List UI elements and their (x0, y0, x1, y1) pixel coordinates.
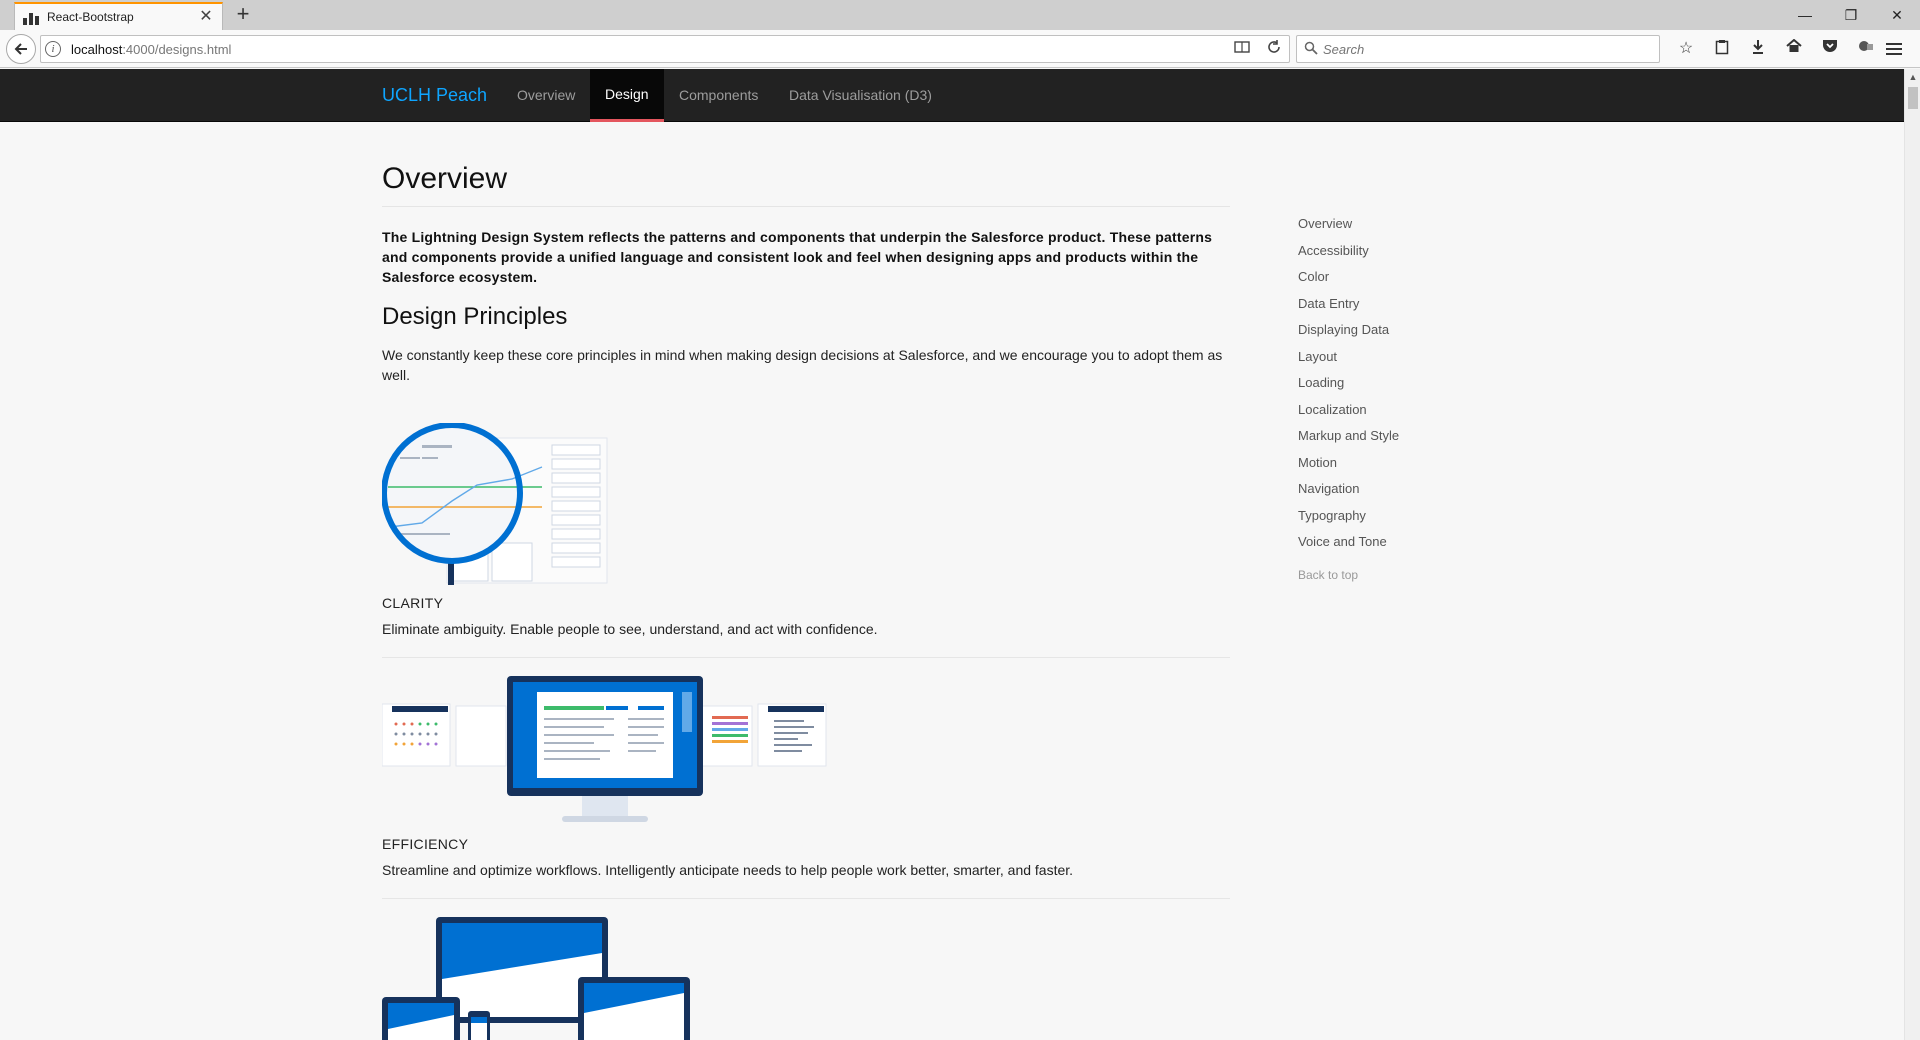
lead-paragraph: The Lightning Design System reflects the… (382, 229, 1213, 285)
restore-window-button[interactable]: ❐ (1828, 0, 1874, 30)
sidebar-item-layout[interactable]: Layout (1298, 348, 1399, 375)
main-content: Overview The Lightning Design System ref… (382, 122, 1230, 1040)
reader-view-icon[interactable] (1233, 40, 1251, 58)
principles-intro: We constantly keep these core principles… (382, 347, 1223, 383)
sidebar-item-data-entry[interactable]: Data Entry (1298, 295, 1399, 322)
nav-design[interactable]: Design (590, 69, 664, 122)
divider (382, 898, 1230, 899)
browser-tab-strip: React-Bootstrap ✕ + — ❐ ✕ (0, 0, 1920, 30)
scroll-up-arrow-icon[interactable]: ▲ (1905, 69, 1920, 85)
arrow-left-icon (14, 43, 27, 55)
reload-icon[interactable] (1265, 40, 1283, 58)
sidebar-item-voice-and-tone[interactable]: Voice and Tone (1298, 533, 1399, 560)
sidebar-item-motion[interactable]: Motion (1298, 454, 1399, 481)
sidebar-item-markup-and-style[interactable]: Markup and Style (1298, 427, 1399, 454)
sidebar-item-displaying-data[interactable]: Displaying Data (1298, 321, 1399, 348)
sidebar-nav: Overview Accessibility Color Data Entry … (1298, 215, 1399, 582)
divider (382, 657, 1230, 658)
sidebar-item-loading[interactable]: Loading (1298, 374, 1399, 401)
bar-chart-favicon-icon (23, 9, 39, 25)
nav-overview[interactable]: Overview (502, 69, 590, 122)
minimize-window-button[interactable]: — (1782, 0, 1828, 30)
principle-title-efficiency: EFFICIENCY (382, 836, 469, 852)
star-bookmark-icon[interactable]: ☆ (1668, 39, 1704, 59)
nav-components[interactable]: Components (664, 69, 773, 122)
search-bar[interactable] (1296, 35, 1660, 63)
principle-desc-efficiency: Streamline and optimize workflows. Intel… (382, 862, 1074, 878)
search-icon (1303, 41, 1319, 57)
search-input[interactable] (1323, 41, 1643, 57)
browser-tab[interactable]: React-Bootstrap ✕ (14, 2, 223, 30)
site-navbar: UCLH Peach Overview Design Components Da… (0, 69, 1904, 122)
brand-link[interactable]: UCLH Peach (382, 69, 487, 122)
sidebar-item-accessibility[interactable]: Accessibility (1298, 242, 1399, 269)
sidebar-item-navigation[interactable]: Navigation (1298, 480, 1399, 507)
extension-icon[interactable] (1848, 39, 1884, 59)
scroll-thumb[interactable] (1908, 87, 1918, 109)
address-bar[interactable]: i localhost:4000/designs.html (40, 35, 1290, 63)
hamburger-menu-icon[interactable] (1882, 38, 1906, 60)
principle-title-clarity: CLARITY (382, 595, 444, 611)
new-tab-button[interactable]: + (232, 3, 254, 25)
download-icon[interactable] (1740, 39, 1776, 59)
clipboard-icon[interactable] (1704, 39, 1740, 59)
back-button[interactable] (6, 34, 36, 64)
back-to-top-link[interactable]: Back to top (1298, 568, 1399, 582)
home-icon[interactable] (1776, 38, 1812, 59)
close-window-button[interactable]: ✕ (1874, 0, 1920, 30)
devices-illustration (382, 917, 690, 1040)
browser-toolbar: i localhost:4000/designs.html ☆ (0, 30, 1920, 68)
sidebar-item-overview[interactable]: Overview (1298, 215, 1399, 242)
page-title: Overview (382, 162, 1230, 207)
url-path: :4000/designs.html (122, 41, 232, 57)
pocket-icon[interactable] (1812, 39, 1848, 59)
design-principles-heading: Design Principles (382, 303, 568, 330)
clarity-magnifier-illustration (382, 423, 608, 585)
tab-close-icon[interactable]: ✕ (198, 9, 214, 25)
info-icon[interactable]: i (45, 41, 61, 57)
principle-desc-clarity: Eliminate ambiguity. Enable people to se… (382, 621, 878, 637)
page-viewport: UCLH Peach Overview Design Components Da… (0, 69, 1904, 1040)
nav-data-visualisation[interactable]: Data Visualisation (D3) (774, 69, 947, 122)
sidebar-item-localization[interactable]: Localization (1298, 401, 1399, 428)
tab-title: React-Bootstrap (47, 10, 134, 24)
page-scrollbar[interactable]: ▲ (1904, 69, 1920, 1040)
efficiency-monitor-illustration (382, 676, 827, 822)
url-host: localhost (71, 41, 123, 57)
sidebar-item-color[interactable]: Color (1298, 268, 1399, 295)
sidebar-item-typography[interactable]: Typography (1298, 507, 1399, 534)
